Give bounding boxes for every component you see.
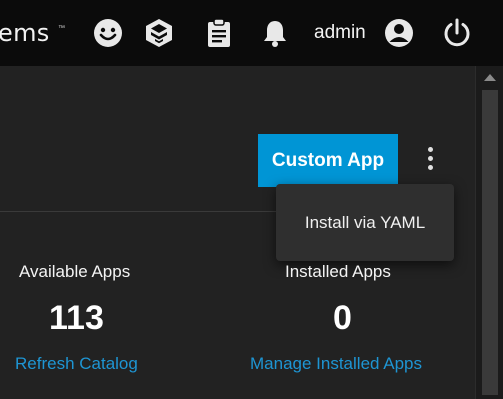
alerts-bell-icon[interactable] bbox=[259, 17, 291, 49]
installed-apps-count: 0 bbox=[333, 299, 352, 337]
jobs-clipboard-icon[interactable] bbox=[203, 17, 235, 49]
manage-installed-apps-link[interactable]: Manage Installed Apps bbox=[250, 354, 422, 374]
feedback-smiley-icon[interactable] bbox=[92, 17, 124, 49]
refresh-catalog-link[interactable]: Refresh Catalog bbox=[15, 354, 138, 374]
account-circle-icon[interactable] bbox=[383, 17, 415, 49]
top-toolbar: ems ™ admin bbox=[0, 0, 503, 66]
brand-trademark: ™ bbox=[58, 25, 65, 32]
menu-item-install-via-yaml[interactable]: Install via YAML bbox=[276, 184, 454, 261]
section-divider bbox=[0, 211, 300, 212]
kebab-menu-icon[interactable] bbox=[418, 147, 442, 177]
available-apps-label: Available Apps bbox=[19, 262, 131, 281]
installed-apps-label: Installed Apps bbox=[285, 262, 391, 281]
custom-app-button[interactable]: Custom App bbox=[258, 134, 398, 187]
available-apps-count: 113 bbox=[49, 299, 104, 337]
truecommand-icon[interactable] bbox=[143, 17, 175, 49]
power-icon[interactable] bbox=[441, 17, 473, 49]
brand-logo-text: ems bbox=[0, 19, 50, 47]
vertical-scrollbar[interactable] bbox=[475, 66, 503, 399]
more-actions-menu: Install via YAML bbox=[276, 184, 454, 261]
username-label[interactable]: admin bbox=[314, 22, 366, 44]
scroll-up-arrow-icon[interactable] bbox=[484, 74, 496, 81]
scroll-thumb[interactable] bbox=[482, 90, 498, 395]
